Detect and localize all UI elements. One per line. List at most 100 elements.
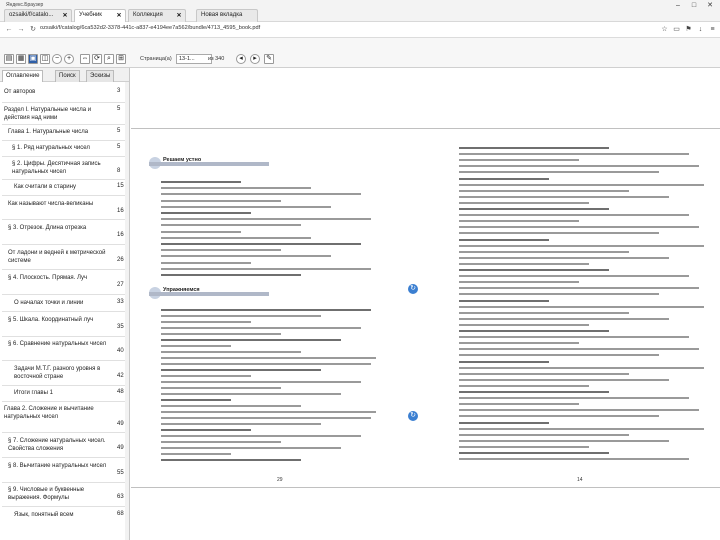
- download-icon[interactable]: ↓: [696, 25, 705, 34]
- toc-item[interactable]: § 6. Сравнение натуральных чисел: [8, 340, 114, 348]
- sidebar-scrollbar[interactable]: [125, 82, 129, 540]
- text-line: [161, 441, 281, 443]
- toc-item[interactable]: От ладони и ведней к метрической системе: [8, 249, 114, 265]
- toc-item[interactable]: § 3. Отрезок. Длина отрезка: [8, 224, 114, 232]
- toc-item[interactable]: Задачи М.Т.Г. разного уровня в восточной…: [14, 365, 114, 381]
- divider: [2, 269, 126, 270]
- toc-item[interactable]: Язык, понятный всем: [14, 511, 114, 519]
- tab-contents[interactable]: Оглавление: [2, 70, 44, 82]
- toc-item[interactable]: Как называют числа-великаны: [8, 200, 114, 208]
- text-line: [161, 393, 341, 395]
- thumbnails-icon[interactable]: ▦: [16, 54, 26, 64]
- text-line: [161, 369, 321, 371]
- divider: [2, 311, 126, 312]
- zoom-in-icon[interactable]: +: [64, 54, 74, 64]
- text-line: [161, 193, 361, 196]
- search-icon[interactable]: ⌕: [104, 54, 114, 64]
- toc-item[interactable]: § 1. Ряд натуральных чисел: [12, 144, 114, 152]
- text-line: [161, 453, 231, 455]
- flag-icon[interactable]: ⚑: [684, 25, 693, 34]
- rotate-right-icon[interactable]: ↻: [408, 411, 418, 421]
- monitor-icon[interactable]: ▭: [672, 25, 681, 34]
- close-icon[interactable]: ✕: [115, 12, 123, 20]
- toc-page: 16: [117, 232, 124, 238]
- text-line: [161, 351, 301, 353]
- fit-width-icon[interactable]: ⇔: [80, 54, 90, 64]
- divider: [2, 506, 126, 507]
- text-line: [459, 397, 689, 400]
- text-line: [459, 299, 549, 302]
- minimize-icon[interactable]: –: [672, 2, 684, 10]
- toc-item[interactable]: § 8. Вычитание натуральных чисел: [8, 462, 114, 470]
- tab-thumbnails[interactable]: Эскизы: [86, 70, 115, 82]
- toc-item[interactable]: § 2. Цифры. Десятичная запись натуральны…: [12, 160, 114, 176]
- zoom-out-icon[interactable]: −: [52, 54, 62, 64]
- tab-search[interactable]: Поиск: [55, 70, 80, 82]
- toc-page: 49: [117, 445, 124, 451]
- toc-item[interactable]: Глава 2. Сложение и вычитание натуральны…: [4, 405, 114, 421]
- close-icon[interactable]: ✕: [175, 12, 183, 20]
- text-line: [161, 181, 241, 183]
- text-line: [459, 262, 589, 265]
- menu-icon[interactable]: ≡: [708, 25, 717, 34]
- divider: [2, 385, 126, 386]
- toc-item[interactable]: Как считали в старину: [14, 183, 114, 191]
- tab-catalog[interactable]: ozsaiki/f/catalo... ✕: [4, 9, 72, 22]
- page-count: из 340: [208, 56, 225, 62]
- prev-page-icon[interactable]: ◂: [236, 54, 246, 64]
- text-line: [161, 243, 361, 245]
- toc-item[interactable]: § 9. Числовые и буквенные выражения. Фор…: [8, 486, 114, 502]
- reload-icon[interactable]: ↻: [28, 25, 38, 35]
- text-line: [459, 323, 589, 326]
- tab-collection[interactable]: Коллекция ✕: [128, 9, 186, 22]
- forward-icon[interactable]: →: [16, 25, 26, 35]
- section-header: Решаем устно: [149, 157, 269, 171]
- text-line: [459, 458, 689, 461]
- toc-item[interactable]: От авторов: [4, 88, 114, 96]
- edit-icon[interactable]: ✎: [264, 54, 274, 64]
- text-line: [459, 336, 689, 339]
- toc-item[interactable]: Раздел I. Натуральные числа и действия н…: [4, 106, 114, 122]
- maximize-icon[interactable]: □: [688, 2, 700, 10]
- tab-label: Коллекция: [133, 12, 163, 18]
- toc-item[interactable]: Глава 1. Натуральные числа: [8, 128, 114, 136]
- page-number-input[interactable]: 13-1...: [176, 54, 212, 64]
- toc-item[interactable]: Итоги главы 1: [14, 389, 114, 397]
- text-line: [459, 238, 549, 241]
- toc-page: 16: [117, 208, 124, 214]
- tab-textbook[interactable]: Учебник ✕: [74, 9, 126, 22]
- text-line: [459, 354, 659, 357]
- close-icon[interactable]: ✕: [61, 12, 69, 20]
- next-page-icon[interactable]: ▸: [250, 54, 260, 64]
- rotate-left-icon[interactable]: ↻: [408, 284, 418, 294]
- toc-item[interactable]: § 5. Шкала. Координатный луч: [8, 316, 114, 324]
- url-field[interactable]: ozsaiki/f/catalog/6ca532d2-3378-441c-a83…: [40, 25, 260, 31]
- text-line: [459, 159, 579, 162]
- text-line: [161, 435, 361, 437]
- toc-item[interactable]: § 7. Сложение натуральных чисел. Свойств…: [8, 437, 114, 453]
- tab-new[interactable]: Новая вкладка: [196, 9, 258, 22]
- divider: [2, 179, 126, 180]
- sidebar-toggle-icon[interactable]: ▤: [4, 54, 14, 64]
- single-page-icon[interactable]: ▣: [28, 54, 38, 64]
- text-line: [459, 427, 704, 430]
- rotate-icon[interactable]: ⟳: [92, 54, 102, 64]
- text-line: [459, 177, 549, 180]
- toc-page: 55: [117, 470, 124, 476]
- text-line: [459, 342, 579, 345]
- toc-page: 3: [117, 88, 121, 94]
- text-line: [459, 214, 689, 217]
- grid-icon[interactable]: ⊞: [116, 54, 126, 64]
- toc-item[interactable]: § 4. Плоскость. Прямая. Луч: [8, 274, 114, 282]
- text-line: [161, 327, 361, 329]
- sidebar: Оглавление Поиск Эскизы От авторов 3 Раз…: [0, 68, 130, 540]
- tab-label: Новая вкладка: [201, 12, 243, 18]
- page-number: 29: [277, 477, 283, 483]
- back-icon[interactable]: ←: [4, 25, 14, 35]
- close-window-icon[interactable]: ✕: [704, 2, 716, 10]
- bookmark-icon[interactable]: ☆: [660, 25, 669, 34]
- toc-item[interactable]: О началах точки и линии: [14, 299, 114, 307]
- text-line: [459, 269, 609, 271]
- section-title: Решаем устно: [163, 157, 202, 163]
- two-page-icon[interactable]: ◫: [40, 54, 50, 64]
